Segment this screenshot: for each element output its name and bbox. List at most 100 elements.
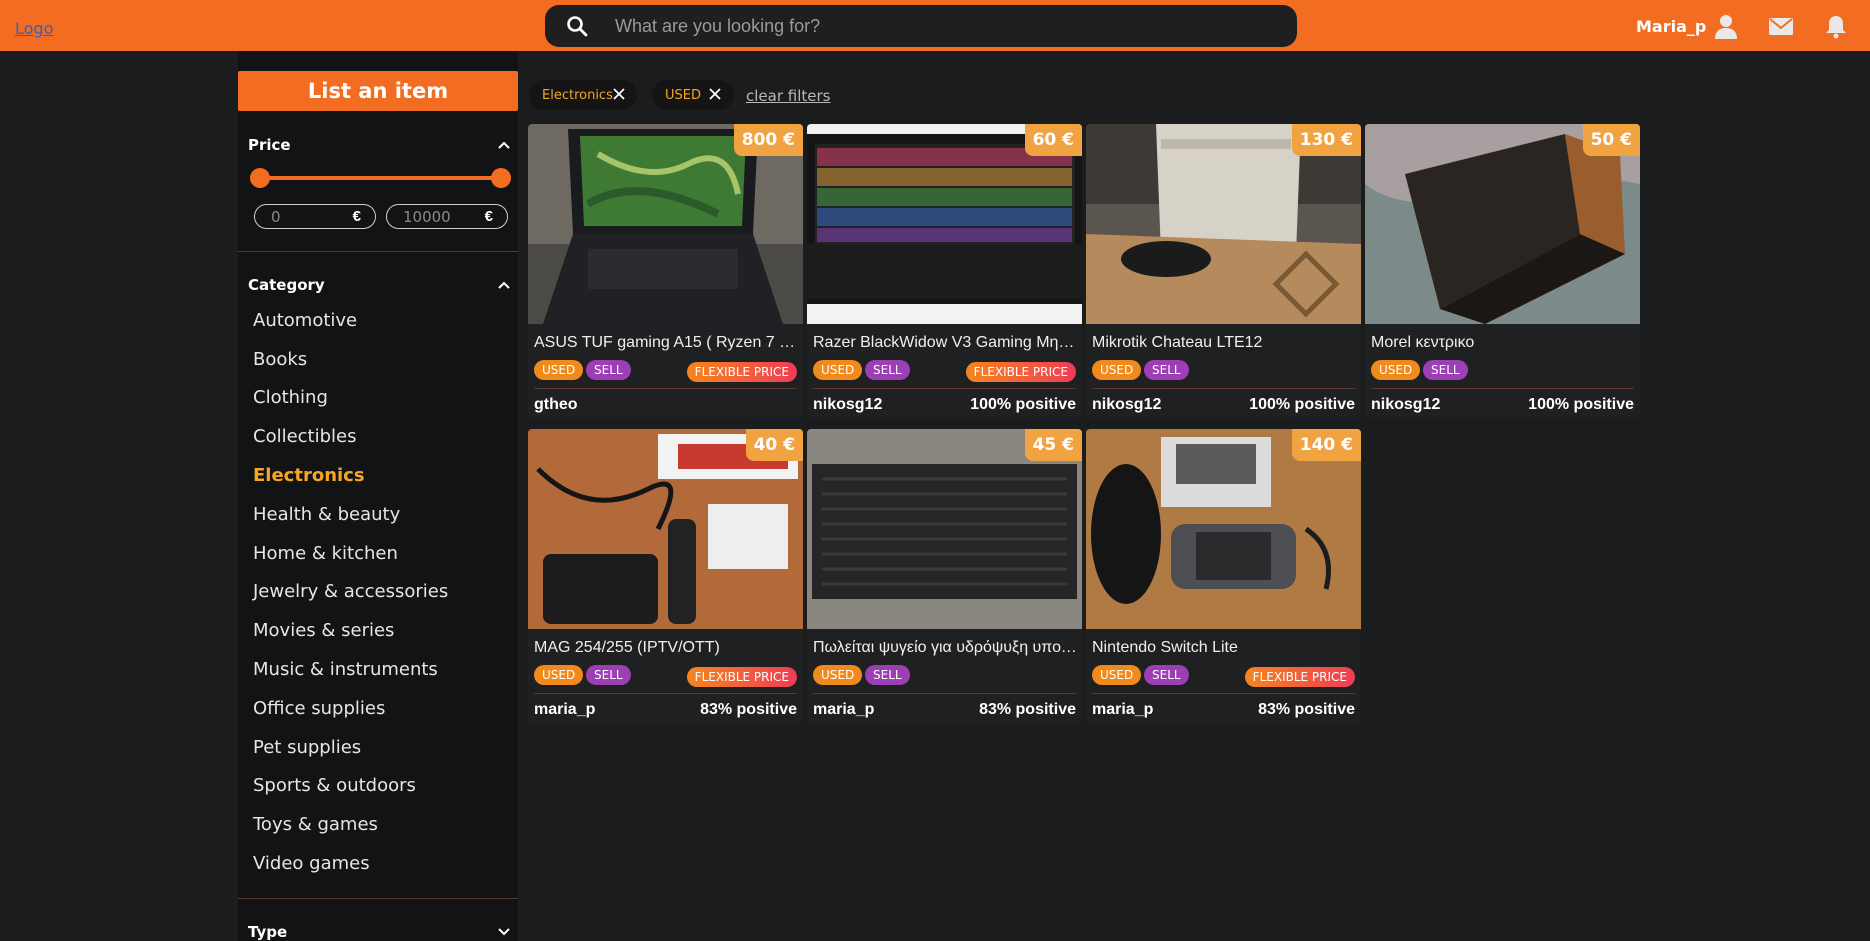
sell-tag: SELL <box>586 665 631 685</box>
listing-card[interactable]: 60 € Razer BlackWidow V3 Gaming Μηχανικό… <box>807 124 1082 418</box>
seller-name[interactable]: gtheo <box>534 396 578 414</box>
currency-symbol: € <box>352 208 361 225</box>
category-item-toys[interactable]: Toys & games <box>253 814 378 835</box>
listing-card[interactable]: 45 € Πωλείται ψυγείο για υδρόψυξη υπολογ… <box>807 429 1082 723</box>
divider <box>534 388 797 389</box>
mail-icon[interactable] <box>1767 12 1795 40</box>
price-max-input[interactable] <box>403 208 483 226</box>
close-icon[interactable] <box>612 87 626 101</box>
price-min-input[interactable] <box>271 208 351 226</box>
seller-name[interactable]: nikosg12 <box>1092 396 1161 414</box>
search-icon[interactable] <box>565 14 589 38</box>
listing-card[interactable]: 50 € Morel κεντρικο USED SELL nikosg12 1… <box>1365 124 1640 418</box>
clear-filters-link[interactable]: clear filters <box>746 87 830 105</box>
price-slider-max-handle[interactable] <box>491 168 511 188</box>
price-min-field[interactable]: € <box>254 204 376 229</box>
price-badge: 800 € <box>733 124 803 156</box>
seller-name[interactable]: maria_p <box>1092 701 1153 719</box>
bell-icon[interactable] <box>1822 12 1850 40</box>
sell-tag: SELL <box>865 360 910 380</box>
sell-tag: SELL <box>1144 360 1189 380</box>
flexible-price-tag: FLEXIBLE PRICE <box>965 362 1076 382</box>
price-slider-min-handle[interactable] <box>250 168 270 188</box>
flexible-price-tag: FLEXIBLE PRICE <box>1244 667 1355 687</box>
condition-tag: USED <box>1092 665 1142 685</box>
listing-title[interactable]: Razer BlackWidow V3 Gaming Μηχανικό Πληκ… <box>813 334 1077 352</box>
divider <box>238 251 518 252</box>
seller-name[interactable]: maria_p <box>813 701 874 719</box>
username[interactable]: Maria_p <box>1636 17 1706 36</box>
condition-tag: USED <box>534 665 584 685</box>
seller-rating: 83% positive <box>700 701 797 718</box>
category-item-pet[interactable]: Pet supplies <box>253 737 361 758</box>
seller-name[interactable]: nikosg12 <box>813 396 882 414</box>
listing-title[interactable]: Nintendo Switch Lite <box>1092 639 1356 657</box>
category-item-jewelry[interactable]: Jewelry & accessories <box>253 581 448 602</box>
currency-symbol: € <box>484 208 493 225</box>
sell-tag: SELL <box>1144 665 1189 685</box>
divider <box>1092 388 1355 389</box>
category-item-collectibles[interactable]: Collectibles <box>253 426 357 447</box>
listing-title[interactable]: MAG 254/255 (IPTV/OTT) <box>534 639 798 657</box>
category-item-music[interactable]: Music & instruments <box>253 659 438 680</box>
chevron-down-icon[interactable] <box>496 924 512 940</box>
user-icon[interactable] <box>1712 12 1740 40</box>
category-item-books[interactable]: Books <box>253 349 307 370</box>
category-item-movies[interactable]: Movies & series <box>253 620 394 641</box>
price-slider-track[interactable] <box>258 176 502 180</box>
seller-rating: 100% positive <box>1528 396 1634 413</box>
seller-name[interactable]: maria_p <box>534 701 595 719</box>
divider <box>534 693 797 694</box>
price-section-title[interactable]: Price <box>248 136 291 154</box>
listing-card[interactable]: 130 € Mikrotik Chateau LTE12 USED SELL n… <box>1086 124 1361 418</box>
listing-title[interactable]: Mikrotik Chateau LTE12 <box>1092 334 1356 352</box>
divider <box>813 693 1076 694</box>
logo-link[interactable]: Logo <box>15 19 53 38</box>
search-bar[interactable] <box>545 5 1297 47</box>
search-input[interactable] <box>615 5 1275 47</box>
condition-tag: USED <box>534 360 584 380</box>
category-item-automotive[interactable]: Automotive <box>253 310 357 331</box>
seller-rating: 100% positive <box>1249 396 1355 413</box>
filter-chip-electronics: Electronics <box>529 80 637 110</box>
sell-tag: SELL <box>586 360 631 380</box>
seller-name[interactable]: nikosg12 <box>1371 396 1440 414</box>
listing-title[interactable]: ASUS TUF gaming A15 ( Ryzen 7 5800H / RT… <box>534 334 798 352</box>
filter-chip-used: USED <box>652 80 734 110</box>
chevron-up-icon[interactable] <box>496 137 512 153</box>
listing-title[interactable]: Πωλείται ψυγείο για υδρόψυξη υπολογιστή <box>813 639 1077 657</box>
condition-tag: USED <box>1371 360 1421 380</box>
sell-tag: SELL <box>1423 360 1468 380</box>
category-item-home-kitchen[interactable]: Home & kitchen <box>253 543 398 564</box>
seller-rating: 83% positive <box>979 701 1076 718</box>
listing-title[interactable]: Morel κεντρικο <box>1371 334 1635 352</box>
list-item-button[interactable]: List an item <box>238 71 518 111</box>
filter-sidebar <box>238 51 518 941</box>
listing-card[interactable]: 140 € Nintendo Switch Lite USED SELL FLE… <box>1086 429 1361 723</box>
sell-tag: SELL <box>865 665 910 685</box>
price-max-field[interactable]: € <box>386 204 508 229</box>
price-badge: 45 € <box>1024 429 1082 461</box>
divider <box>1371 388 1634 389</box>
price-badge: 140 € <box>1291 429 1361 461</box>
category-item-health-beauty[interactable]: Health & beauty <box>253 504 400 525</box>
type-section-title[interactable]: Type <box>248 923 287 941</box>
condition-tag: USED <box>813 665 863 685</box>
chevron-up-icon[interactable] <box>496 277 512 293</box>
divider <box>813 388 1076 389</box>
category-section-title[interactable]: Category <box>248 276 325 294</box>
filter-chip-label: USED <box>665 88 701 103</box>
category-item-video-games[interactable]: Video games <box>253 853 370 874</box>
price-badge: 40 € <box>745 429 803 461</box>
flexible-price-tag: FLEXIBLE PRICE <box>686 362 797 382</box>
listing-card[interactable]: 800 € ASUS TUF gaming A15 ( Ryzen 7 5800… <box>528 124 803 418</box>
category-item-office[interactable]: Office supplies <box>253 698 385 719</box>
seller-rating: 100% positive <box>970 396 1076 413</box>
listing-card[interactable]: 40 € MAG 254/255 (IPTV/OTT) USED SELL FL… <box>528 429 803 723</box>
category-item-electronics[interactable]: Electronics <box>253 465 365 486</box>
category-item-sports[interactable]: Sports & outdoors <box>253 775 416 796</box>
flexible-price-tag: FLEXIBLE PRICE <box>686 667 797 687</box>
price-badge: 60 € <box>1024 124 1082 156</box>
category-item-clothing[interactable]: Clothing <box>253 387 328 408</box>
close-icon[interactable] <box>708 87 722 101</box>
